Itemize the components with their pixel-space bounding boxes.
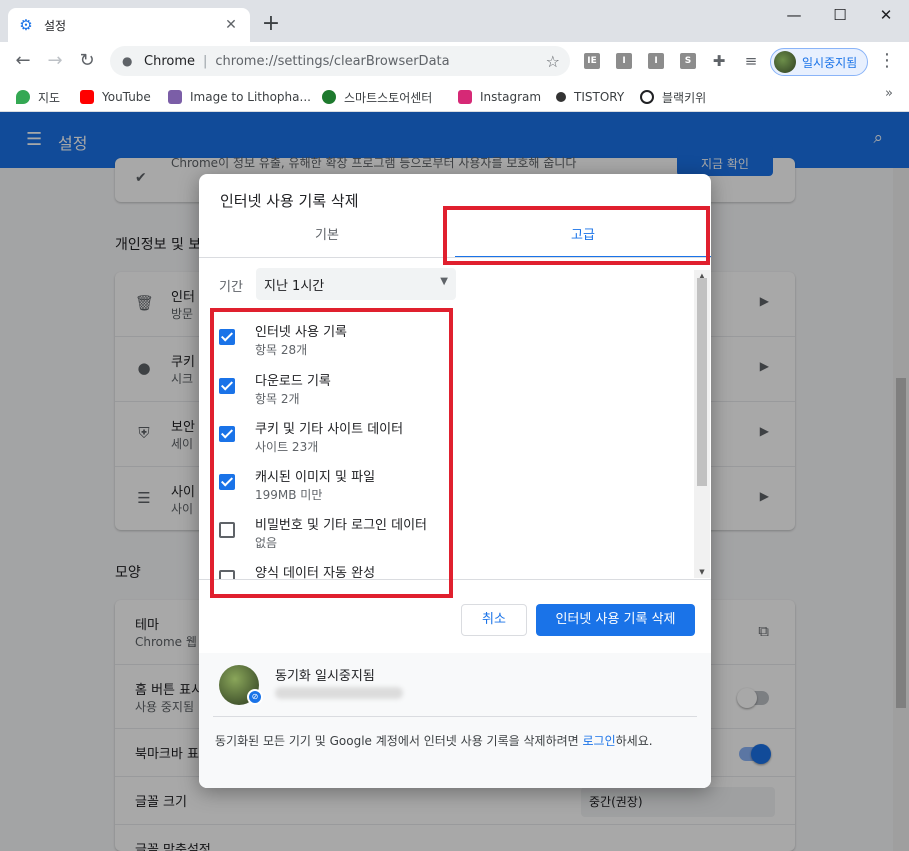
- bookmark-item[interactable]: YouTube: [80, 86, 151, 108]
- extension-s-icon[interactable]: S: [680, 53, 696, 69]
- time-range-select[interactable]: 지난 1시간 ▼: [256, 268, 456, 300]
- time-range-label: 기간: [219, 280, 243, 295]
- highlight-box-advanced-tab: [443, 206, 710, 265]
- bookmark-item[interactable]: TISTORY: [556, 86, 624, 108]
- chrome-page-icon: ●: [122, 54, 133, 68]
- puzzle-icon[interactable]: ✚: [706, 48, 732, 74]
- tab-strip: ⚙ 설정 ✕ + — ☐ ✕: [0, 0, 909, 42]
- back-icon[interactable]: ←: [10, 48, 36, 74]
- tab-close-icon[interactable]: ✕: [222, 17, 240, 33]
- sync-status: 동기화 일시중지됨: [275, 669, 375, 684]
- bookmark-item[interactable]: Image to Lithopha...: [168, 86, 311, 108]
- extension-ie-icon[interactable]: IE: [584, 53, 600, 69]
- tistory-icon: [556, 92, 566, 102]
- bookmarks-bar: 지도 YouTube Image to Lithopha... 스마트스토어센터…: [0, 80, 909, 112]
- sign-in-link[interactable]: 로그인: [583, 734, 616, 748]
- extension-i-icon[interactable]: I: [616, 53, 632, 69]
- address-bar[interactable]: ● Chrome | chrome://settings/clearBrowse…: [110, 46, 570, 76]
- profile-status-label: 일시중지됨: [802, 55, 858, 70]
- reload-icon[interactable]: ↻: [74, 48, 100, 74]
- sync-footer: ⊘ 동기화 일시중지됨 동기화된 모든 기기 및 Google 계정에서 인터넷…: [199, 653, 711, 788]
- menu-kebab-icon[interactable]: ⋮: [878, 48, 896, 74]
- sync-note: 동기화된 모든 기기 및 Google 계정에서 인터넷 사용 기록을 삭제하려…: [215, 734, 653, 748]
- instagram-icon: [458, 90, 472, 104]
- highlight-box-data-types: [210, 308, 453, 598]
- dialog-title: 인터넷 사용 기록 삭제: [220, 192, 359, 210]
- scroll-down-icon[interactable]: ▼: [694, 566, 710, 578]
- sync-paused-icon: ⊘: [247, 689, 263, 705]
- clear-data-button[interactable]: 인터넷 사용 기록 삭제: [536, 604, 695, 636]
- bookmark-item[interactable]: 블랙키위: [640, 86, 706, 108]
- target-icon: [640, 90, 654, 104]
- url-scheme: Chrome: [144, 53, 195, 69]
- bookmark-item[interactable]: 스마트스토어센터: [322, 86, 432, 108]
- profile-button[interactable]: 일시중지됨: [770, 48, 868, 76]
- blurred-email: [275, 687, 403, 699]
- gear-icon: ⚙: [19, 16, 33, 34]
- toolbar: ← → ↻ ● Chrome | chrome://settings/clear…: [0, 42, 909, 80]
- close-window-button[interactable]: ✕: [863, 0, 909, 32]
- tab-title: 설정: [44, 18, 67, 33]
- avatar: [774, 51, 796, 73]
- bookmarks-overflow-icon[interactable]: »: [885, 86, 893, 101]
- hexagon-icon: [168, 90, 182, 104]
- cancel-button[interactable]: 취소: [461, 604, 527, 636]
- dialog-scrollbar[interactable]: ▲ ▼: [694, 270, 710, 578]
- tab-settings[interactable]: ⚙ 설정 ✕: [8, 8, 250, 42]
- minimize-button[interactable]: —: [771, 0, 817, 32]
- bookmark-item[interactable]: Instagram: [458, 86, 541, 108]
- dialog-scrollbar-thumb[interactable]: [697, 278, 707, 486]
- forward-icon[interactable]: →: [42, 48, 68, 74]
- maximize-button[interactable]: ☐: [817, 0, 863, 32]
- bookmark-star-icon[interactable]: ☆: [546, 52, 560, 71]
- youtube-icon: [80, 90, 94, 104]
- maps-pin-icon: [16, 90, 30, 104]
- tab-basic[interactable]: 기본: [199, 214, 455, 258]
- media-queue-icon[interactable]: ≡: [738, 48, 764, 74]
- url-text: chrome://settings/clearBrowserData: [215, 53, 450, 69]
- dropdown-caret-icon: ▼: [440, 276, 448, 287]
- extension-i2-icon[interactable]: I: [648, 53, 664, 69]
- clear-browsing-data-dialog: 인터넷 사용 기록 삭제 기본 고급 기간 지난 1시간 ▼ 인터넷 사용 기록…: [199, 174, 711, 788]
- new-tab-button[interactable]: +: [258, 12, 284, 38]
- divider: [213, 716, 697, 717]
- bookmark-item[interactable]: 지도: [16, 86, 60, 108]
- time-range-value: 지난 1시간: [264, 278, 325, 294]
- store-icon: [322, 90, 336, 104]
- url-separator: |: [203, 53, 208, 69]
